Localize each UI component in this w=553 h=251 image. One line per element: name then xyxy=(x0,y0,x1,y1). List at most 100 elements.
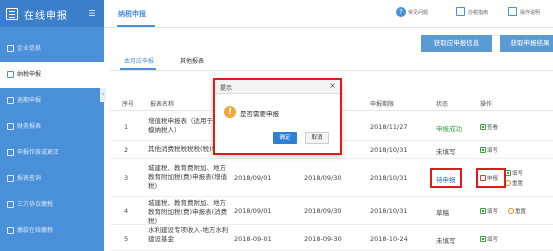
row-deadline: 2018/10/31 xyxy=(370,146,408,154)
manual-label: 操作说明 xyxy=(520,10,541,16)
row-no: 5 xyxy=(124,235,129,243)
sidebar-item-report-query[interactable]: 报表查询 xyxy=(0,166,104,192)
sidebar-item-online-payment[interactable]: 缴款在线缴税 xyxy=(0,218,104,244)
col-header-no: 序号 xyxy=(122,101,135,108)
tab-other-reports[interactable]: 其他报表 xyxy=(180,56,204,68)
edit-icon xyxy=(505,170,511,176)
edit-icon xyxy=(480,208,486,214)
col-header-name: 报表名称 xyxy=(150,101,175,108)
view-label: 查看 xyxy=(487,125,499,131)
sidebar-item-tax-filing[interactable]: 纳税申报 xyxy=(0,62,104,88)
sidebar-item-financial-statements[interactable]: 财务报表 xyxy=(0,114,104,140)
row-status: 未填写 xyxy=(436,237,456,245)
row-deadline: 2018/10/31 xyxy=(370,207,408,215)
col-header-deadline: 申报期限 xyxy=(370,101,395,108)
app-title: 在线申报 xyxy=(24,11,68,22)
menu-toggle-icon[interactable]: ☰ xyxy=(86,8,98,20)
sidebar-item-label: 报表查询 xyxy=(17,175,42,182)
declare-icon xyxy=(480,175,486,181)
tab-this-month[interactable]: 本月应申报 xyxy=(124,56,154,68)
report-icon xyxy=(7,123,14,130)
top-bar: 纳税申报 ? 常见问题 办税指南 操作说明 xyxy=(104,0,553,28)
page-title: 纳税申报 xyxy=(118,10,146,18)
fill-button[interactable]: 填写 xyxy=(480,146,498,154)
row-report-name: 城建税、教育费附加、地方教育附加税(费)申报表(增值税) xyxy=(148,164,228,190)
fill-button[interactable]: 填写 xyxy=(480,235,498,243)
reset-icon xyxy=(505,180,511,186)
table-row: 5 水利建设专项收入-地方水利建设基金 2018-09-01 2018-09-3… xyxy=(110,225,553,251)
file-icon xyxy=(7,71,14,78)
row-period-end: 2018/09/30 xyxy=(304,207,342,215)
help-icon: ? xyxy=(396,7,406,17)
sidebar-item-label: 三方协议缴税 xyxy=(17,201,54,208)
sidebar-item-company-info[interactable]: 企业信息 xyxy=(0,36,104,62)
fill-label: 填写 xyxy=(487,209,499,215)
row-period-end: 2018/09/30 xyxy=(304,174,342,182)
sidebar-item-label: 申报作废或更正 xyxy=(17,149,60,156)
reset-button[interactable]: 重置 xyxy=(508,207,526,215)
fill-label: 填写 xyxy=(487,237,499,243)
sidebar-item-label: 财务报表 xyxy=(17,123,42,130)
sidebar-item-label: 企业信息 xyxy=(17,45,42,52)
dialog-title: 提示 xyxy=(220,85,233,92)
edit-icon xyxy=(7,149,14,156)
brand-bar: 在线申报 ☰ xyxy=(0,0,104,28)
table-row: 3 城建税、教育费附加、地方教育附加税(费)申报表(增值税) 2018/09/0… xyxy=(110,159,553,197)
confirm-button[interactable]: 确定 xyxy=(273,132,297,144)
search-icon xyxy=(7,175,14,182)
declare-label: 申报 xyxy=(487,176,499,182)
row-no: 3 xyxy=(124,174,129,182)
guide-link[interactable]: 办税指南 xyxy=(456,5,500,21)
row-status: 未填写 xyxy=(436,148,456,156)
sidebar-item-label: 缴款在线缴税 xyxy=(17,227,54,234)
get-filing-result-button[interactable]: 获取申报结果 xyxy=(500,35,553,52)
confirm-dialog: 提示 × ! 是否需要申报 确定 取消 xyxy=(214,79,341,154)
faq-link[interactable]: ? 常见问题 xyxy=(396,5,444,21)
row-status: 申报成功 xyxy=(436,125,462,133)
row-deadline: 2018/10/31 xyxy=(370,174,408,182)
row-no: 2 xyxy=(124,146,129,154)
sidebar-collapse-handle[interactable]: ‹ xyxy=(100,88,106,102)
manual-link[interactable]: 操作说明 xyxy=(508,5,552,21)
company-icon xyxy=(7,45,14,52)
faq-label: 常见问题 xyxy=(408,10,429,16)
declare-button[interactable]: 申报 xyxy=(480,174,498,182)
edit-icon xyxy=(480,147,486,153)
reset-icon xyxy=(508,208,514,214)
reset-button[interactable]: 重置 xyxy=(505,179,523,187)
row-status: 待申报 xyxy=(436,176,456,184)
view-button[interactable]: 查看 xyxy=(480,123,498,131)
col-header-actions: 操作 xyxy=(480,101,493,108)
sidebar-item-label: 纳税申报 xyxy=(17,71,42,78)
app-logo-icon xyxy=(6,8,18,20)
sidebar: 在线申报 ☰ 企业信息 纳税申报 逾期申报 财务报表 申报作废或更正 报表查询 … xyxy=(0,0,104,251)
row-no: 1 xyxy=(124,123,129,131)
fill-label: 填写 xyxy=(512,171,524,177)
page-title-underline xyxy=(117,25,155,27)
fill-button[interactable]: 填写 xyxy=(480,207,498,215)
reset-label: 重置 xyxy=(515,209,527,215)
row-deadline: 2018/11/27 xyxy=(370,123,408,131)
tab-divider xyxy=(110,70,553,71)
warning-icon: ! xyxy=(224,106,236,118)
edit-icon xyxy=(480,236,486,242)
sidebar-item-void-correct[interactable]: 申报作废或更正 xyxy=(0,140,104,166)
close-icon[interactable]: × xyxy=(329,81,336,90)
view-icon xyxy=(480,124,486,130)
fill-label: 填写 xyxy=(487,148,499,154)
row-period-start: 2018/09/01 xyxy=(234,174,272,182)
clock-icon xyxy=(7,97,14,104)
row-period-start: 2018-09-01 xyxy=(234,235,272,243)
manual-icon xyxy=(508,7,517,16)
row-report-name: 城建税、教育费附加、地方教育附加税(费)申报表(消费税) xyxy=(148,199,228,225)
sidebar-item-tripartite-payment[interactable]: 三方协议缴税 xyxy=(0,192,104,218)
guide-icon xyxy=(456,7,465,16)
fill-button[interactable]: 填写 xyxy=(505,169,523,177)
row-no: 4 xyxy=(124,207,129,215)
dialog-message: 是否需要申报 xyxy=(240,110,279,118)
sidebar-item-overdue-filing[interactable]: 逾期申报 xyxy=(0,88,104,114)
row-deadline: 2018-10-24 xyxy=(370,235,408,243)
get-filing-info-button[interactable]: 获取应申报信息 xyxy=(421,35,492,52)
cancel-button[interactable]: 取消 xyxy=(305,132,329,144)
table-row: 4 城建税、教育费附加、地方教育附加税(费)申报表(消费税) 2018/09/0… xyxy=(110,197,553,225)
